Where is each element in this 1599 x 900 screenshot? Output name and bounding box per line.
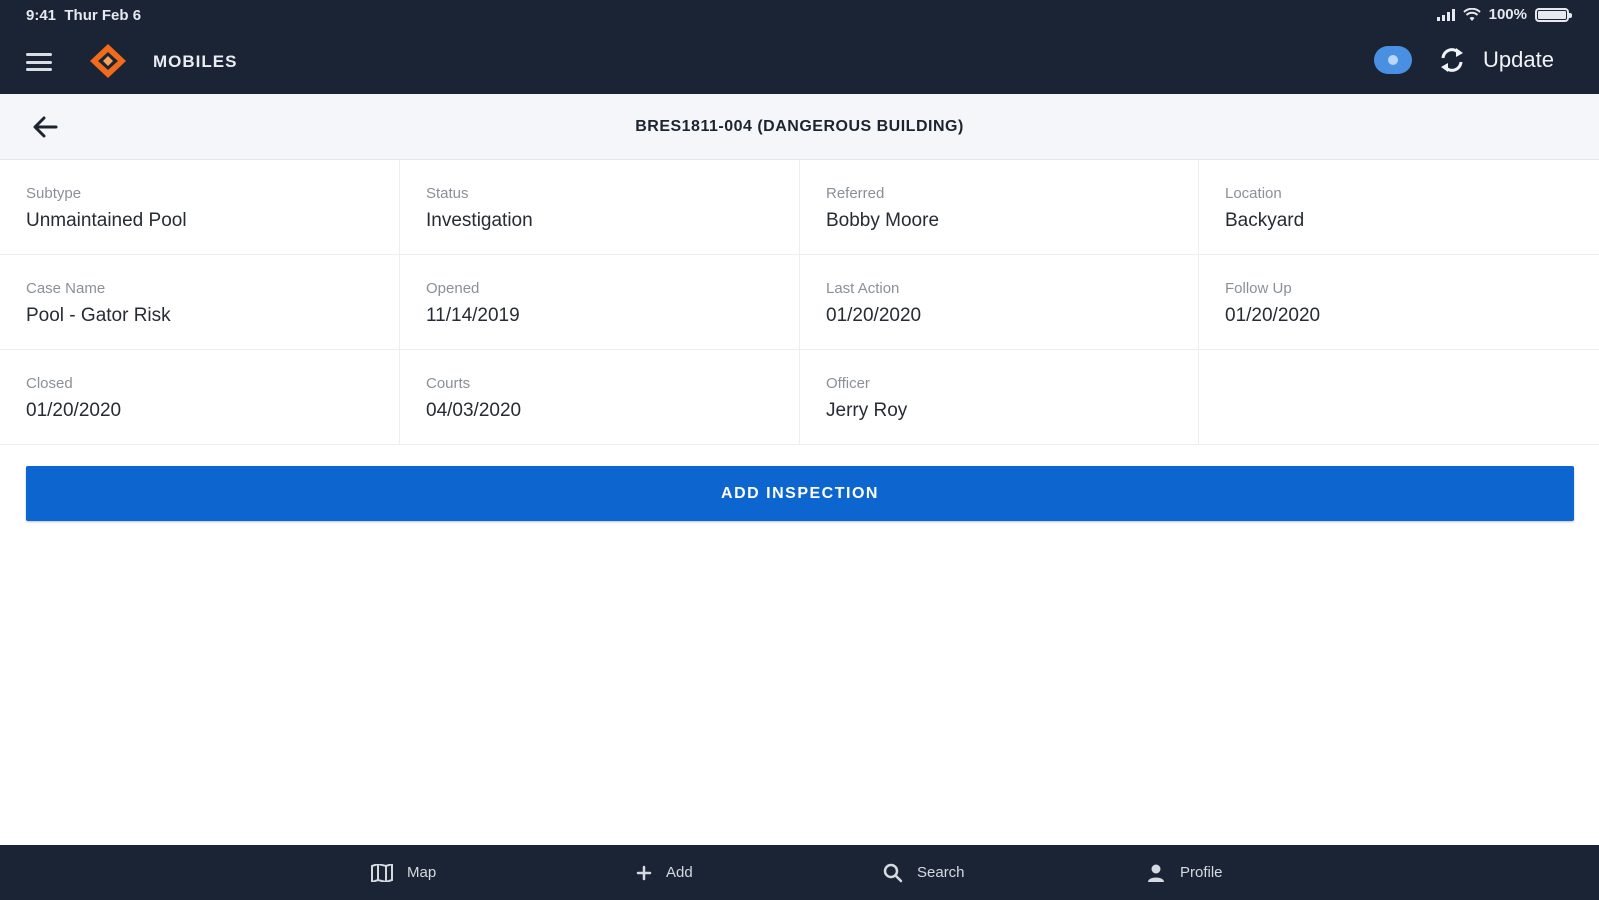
detail-status: Status Investigation <box>400 160 800 255</box>
detail-label: Opened <box>426 280 480 297</box>
search-icon <box>883 863 903 882</box>
detail-value: Backyard <box>1225 210 1305 231</box>
detail-label: Case Name <box>26 280 106 297</box>
detail-subtype: Subtype Unmaintained Pool <box>0 160 400 255</box>
sync-icon <box>1441 48 1463 72</box>
clock-time: 9:41 <box>26 7 57 24</box>
detail-label: Location <box>1225 185 1282 202</box>
tab-map[interactable]: Map <box>371 845 436 900</box>
case-details-grid: Subtype Unmaintained Pool Status Investiga… <box>0 160 1599 445</box>
status-bar: 9:41 Thur Feb 6 100% <box>0 0 1599 30</box>
battery-icon <box>1535 7 1572 22</box>
detail-empty <box>1199 350 1599 445</box>
status-indicators: 100% <box>1436 6 1572 23</box>
person-icon <box>1148 864 1164 882</box>
detail-value: 04/03/2020 <box>426 400 522 421</box>
status-time: 9:41 Thur Feb 6 <box>26 7 141 24</box>
detail-label: Closed <box>26 375 73 392</box>
detail-case-name: Case Name Pool - Gator Risk <box>0 255 400 350</box>
clock-date: Thur Feb 6 <box>64 7 142 24</box>
detail-referred: Referred Bobby Moore <box>800 160 1199 255</box>
app-name: MOBILES <box>153 52 238 71</box>
tab-add[interactable]: Add <box>636 845 693 900</box>
app-logo-icon <box>90 44 126 78</box>
tab-profile[interactable]: Profile <box>1146 845 1223 900</box>
menu-icon[interactable] <box>26 53 52 71</box>
tab-search[interactable]: Search <box>883 845 965 900</box>
detail-label: Officer <box>826 375 870 392</box>
page-title: BRES1811-004 (DANGEROUS BUILDING) <box>635 118 964 135</box>
detail-last-action: Last Action 01/20/2020 <box>800 255 1199 350</box>
detail-location: Location Backyard <box>1199 160 1599 255</box>
bottom-tab-bar: Map Add Search Profile <box>0 845 1599 900</box>
detail-label: Follow Up <box>1225 280 1292 297</box>
page-header: BRES1811-004 (DANGEROUS BUILDING) <box>0 94 1599 160</box>
detail-officer: Officer Jerry Roy <box>800 350 1199 445</box>
detail-opened: Opened 11/14/2019 <box>400 255 800 350</box>
update-label: Update <box>1483 47 1554 72</box>
detail-label: Referred <box>826 185 885 202</box>
detail-value: 01/20/2020 <box>1225 305 1321 326</box>
detail-label: Last Action <box>826 280 900 297</box>
detail-value: Jerry Roy <box>826 400 908 421</box>
detail-label: Subtype <box>26 185 82 202</box>
detail-label: Status <box>426 185 469 202</box>
battery-percent: 100% <box>1488 6 1527 23</box>
tab-label: Add <box>666 864 693 881</box>
cellular-signal-icon <box>1436 8 1455 21</box>
detail-follow-up: Follow Up 01/20/2020 <box>1199 255 1599 350</box>
detail-value: Investigation <box>426 210 533 231</box>
detail-value: 11/14/2019 <box>426 305 520 326</box>
detail-value: Unmaintained Pool <box>26 210 187 231</box>
update-button[interactable]: Update <box>1437 42 1554 78</box>
tab-label: Profile <box>1180 864 1223 881</box>
map-icon <box>371 863 393 882</box>
tab-label: Search <box>917 864 965 881</box>
detail-value: Bobby Moore <box>826 210 940 231</box>
detail-courts: Courts 04/03/2020 <box>400 350 800 445</box>
detail-value: 01/20/2020 <box>826 305 922 326</box>
tab-label: Map <box>407 864 437 881</box>
notification-badge[interactable] <box>1374 46 1412 74</box>
detail-value: 01/20/2020 <box>26 400 122 421</box>
app-header: MOBILES Update <box>0 30 1599 94</box>
detail-value: Pool - Gator Risk <box>26 305 171 326</box>
wifi-icon <box>1462 7 1481 21</box>
detail-label: Courts <box>426 375 471 392</box>
plus-icon <box>636 865 652 880</box>
detail-closed: Closed 01/20/2020 <box>0 350 400 445</box>
add-inspection-button[interactable]: ADD INSPECTION <box>26 466 1574 521</box>
